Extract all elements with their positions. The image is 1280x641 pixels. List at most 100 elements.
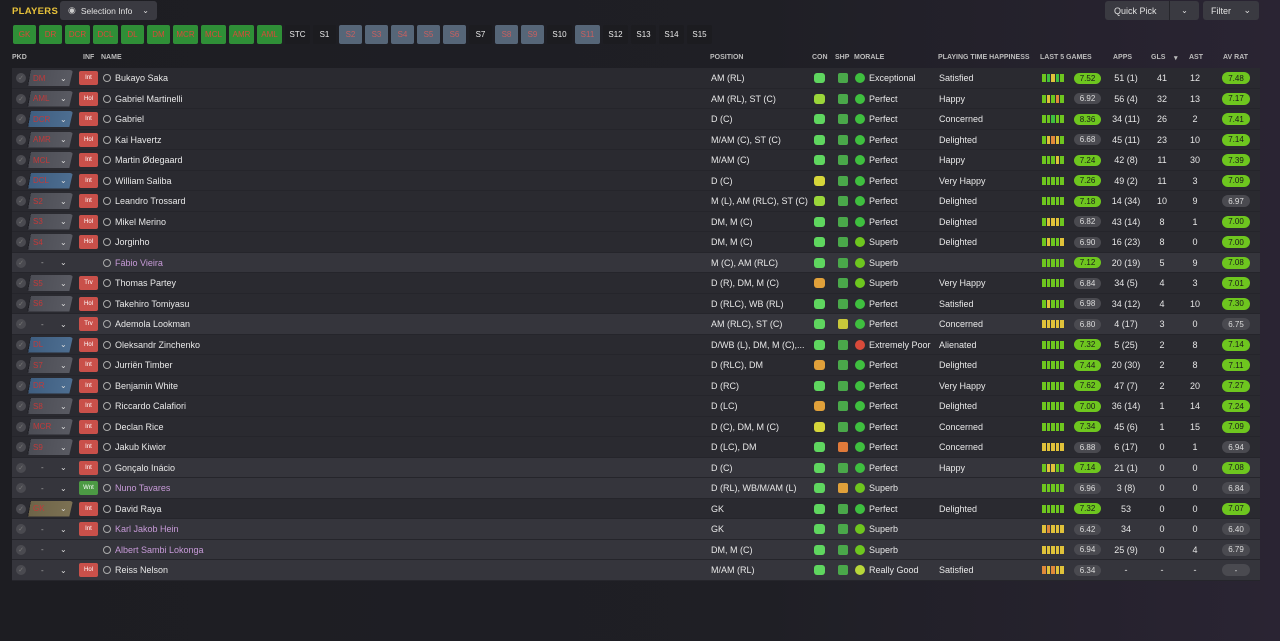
player-name[interactable]: Jorginho xyxy=(115,237,150,247)
player-name[interactable]: Thomas Partey xyxy=(115,278,176,288)
tick-icon[interactable]: ✓ xyxy=(16,401,26,411)
player-name[interactable]: Kai Havertz xyxy=(115,135,162,145)
player-name[interactable]: Fábio Vieira xyxy=(115,258,163,268)
pkd-cell[interactable]: ✓ xyxy=(16,396,26,416)
player-name-cell[interactable]: Martin Ødegaard xyxy=(103,150,323,170)
player-name-cell[interactable]: Jurriën Timber xyxy=(103,355,323,375)
info-badge[interactable]: Hol xyxy=(79,91,98,106)
player-name[interactable]: Mikel Merino xyxy=(115,217,166,227)
pkd-cell[interactable]: ✓ xyxy=(16,150,26,170)
chevron-down-icon[interactable]: ⌄ xyxy=(60,130,70,150)
position-button-mcr[interactable]: MCR xyxy=(173,25,198,44)
info-badge[interactable]: Int xyxy=(79,194,98,208)
position-button-stc[interactable]: STC xyxy=(285,25,310,44)
table-row[interactable]: ✓ DL ⌄ Hol Oleksandr Zinchenko D/WB (L), DM, … xyxy=(12,334,1260,355)
player-name[interactable]: Martin Ødegaard xyxy=(115,155,183,165)
player-name[interactable]: Riccardo Calafiori xyxy=(115,401,186,411)
chevron-down-icon[interactable]: ⌄ xyxy=(60,273,70,293)
player-name-cell[interactable]: Karl Jakob Hein xyxy=(103,519,323,539)
tick-icon[interactable]: ✓ xyxy=(16,524,26,534)
chevron-down-icon[interactable]: ⌄ xyxy=(60,478,70,498)
info-badge[interactable]: Int xyxy=(79,153,98,167)
tick-icon[interactable]: ✓ xyxy=(16,360,26,370)
table-row[interactable]: ✓ - ⌄ Int Gonçalo Inácio D (C) Perfect Happy 7.1… xyxy=(12,457,1260,478)
tick-icon[interactable]: ✓ xyxy=(16,175,26,186)
col-shp[interactable]: SHP xyxy=(835,54,849,61)
player-name-cell[interactable]: Declan Rice xyxy=(103,417,323,437)
player-name[interactable]: Nuno Tavares xyxy=(115,483,170,493)
info-badge[interactable]: Int xyxy=(79,440,98,454)
col-name[interactable]: NAME xyxy=(101,54,122,61)
player-name-cell[interactable]: Thomas Partey xyxy=(103,273,323,293)
chevron-down-icon[interactable]: ⌄ xyxy=(60,458,70,478)
tick-icon[interactable]: ✓ xyxy=(16,442,26,452)
chevron-down-icon[interactable]: ⌄ xyxy=(1170,6,1199,15)
tick-icon[interactable]: ✓ xyxy=(16,483,26,493)
info-badge[interactable]: Int xyxy=(79,399,98,413)
tick-icon[interactable]: ✓ xyxy=(16,237,26,247)
tick-icon[interactable]: ✓ xyxy=(16,339,26,350)
pkd-cell[interactable]: ✓ xyxy=(16,478,26,498)
position-button-s4[interactable]: S4 xyxy=(391,25,414,44)
table-row[interactable]: ✓ AML ⌄ Hol Gabriel Martinelli AM (RL), ST (C… xyxy=(12,88,1260,109)
position-button-s8[interactable]: S8 xyxy=(495,25,518,44)
chevron-down-icon[interactable]: ⌄ xyxy=(60,376,70,396)
player-name-cell[interactable]: Gonçalo Inácio xyxy=(103,458,323,478)
table-row[interactable]: ✓ - ⌄ Wnt Nuno Tavares D (RL), WB/M/AM (L) Sup… xyxy=(12,478,1260,499)
tick-icon[interactable]: ✓ xyxy=(16,196,26,206)
player-name[interactable]: Karl Jakob Hein xyxy=(115,524,179,534)
table-row[interactable]: ✓ GK ⌄ Int David Raya GK Perfect Delighted 7.32 5… xyxy=(12,498,1260,519)
info-badge[interactable]: Int xyxy=(79,522,98,536)
chevron-down-icon[interactable]: ⌄ xyxy=(60,150,70,170)
position-button-s7[interactable]: S7 xyxy=(469,25,492,44)
position-button-s9[interactable]: S9 xyxy=(521,25,544,44)
chevron-down-icon[interactable]: ⌄ xyxy=(60,335,70,355)
table-row[interactable]: ✓ S8 ⌄ Int Riccardo Calafiori D (LC) Perfect De… xyxy=(12,396,1260,417)
player-name-cell[interactable]: David Raya xyxy=(103,499,323,519)
position-button-dr[interactable]: DR xyxy=(39,25,62,44)
chevron-down-icon[interactable]: ⌄ xyxy=(60,109,70,129)
chevron-down-icon[interactable]: ⌄ xyxy=(60,396,70,416)
player-name[interactable]: Declan Rice xyxy=(115,422,164,432)
pkd-cell[interactable]: ✓ xyxy=(16,355,26,375)
pkd-cell[interactable]: ✓ xyxy=(16,130,26,150)
chevron-down-icon[interactable]: ⌄ xyxy=(60,253,70,273)
player-name[interactable]: William Saliba xyxy=(115,176,172,186)
table-row[interactable]: ✓ S4 ⌄ Hol Jorginho DM, M (C) Superb Delighted 6… xyxy=(12,232,1260,253)
pkd-cell[interactable]: ✓ xyxy=(16,499,26,519)
chevron-down-icon[interactable]: ⌄ xyxy=(60,171,70,191)
position-button-dcr[interactable]: DCR xyxy=(65,25,90,44)
filter-button[interactable]: Filter ⌄ xyxy=(1203,1,1259,20)
table-row[interactable]: ✓ S3 ⌄ Hol Mikel Merino DM, M (C) Perfect Delig… xyxy=(12,211,1260,232)
table-row[interactable]: ✓ MCL ⌄ Int Martin Ødegaard M/AM (C) Perfect Ha… xyxy=(12,150,1260,171)
tick-icon[interactable]: ✓ xyxy=(16,93,26,104)
player-name-cell[interactable]: Gabriel Martinelli xyxy=(103,89,323,109)
player-name[interactable]: Oleksandr Zinchenko xyxy=(115,340,200,350)
tick-icon[interactable]: ✓ xyxy=(16,134,26,145)
position-button-dm[interactable]: DM xyxy=(147,25,170,44)
chevron-down-icon[interactable]: ⌄ xyxy=(60,232,70,252)
tick-icon[interactable]: ✓ xyxy=(16,565,26,575)
info-badge[interactable]: Int xyxy=(79,460,98,475)
table-row[interactable]: ✓ S7 ⌄ Int Jurriën Timber D (RLC), DM Perfect D… xyxy=(12,355,1260,376)
info-badge[interactable]: Hol xyxy=(79,132,98,147)
player-name[interactable]: Jurriën Timber xyxy=(115,360,173,370)
info-badge[interactable]: Hol xyxy=(79,235,98,249)
player-name-cell[interactable]: Reiss Nelson xyxy=(103,560,323,580)
player-name-cell[interactable]: Jakub Kiwior xyxy=(103,437,323,457)
player-name[interactable]: David Raya xyxy=(115,504,162,514)
player-name[interactable]: Takehiro Tomiyasu xyxy=(115,299,189,309)
info-badge[interactable]: Wnt xyxy=(79,481,98,495)
col-av-rat[interactable]: AV RAT xyxy=(1223,54,1248,61)
table-row[interactable]: ✓ DCR ⌄ Int Gabriel D (C) Perfect Concerned 8.36… xyxy=(12,109,1260,130)
player-name-cell[interactable]: Mikel Merino xyxy=(103,212,323,232)
pkd-cell[interactable]: ✓ xyxy=(16,232,26,252)
tick-icon[interactable]: ✓ xyxy=(16,319,26,329)
position-button-s15[interactable]: S15 xyxy=(687,25,712,44)
player-name-cell[interactable]: Bukayo Saka xyxy=(103,68,323,88)
position-button-s5[interactable]: S5 xyxy=(417,25,440,44)
pkd-cell[interactable]: ✓ xyxy=(16,540,26,560)
pkd-cell[interactable]: ✓ xyxy=(16,294,26,314)
player-name[interactable]: Albert Sambi Lokonga xyxy=(115,545,204,555)
table-row[interactable]: ✓ DCL ⌄ Int William Saliba D (C) Perfect Very H… xyxy=(12,170,1260,191)
